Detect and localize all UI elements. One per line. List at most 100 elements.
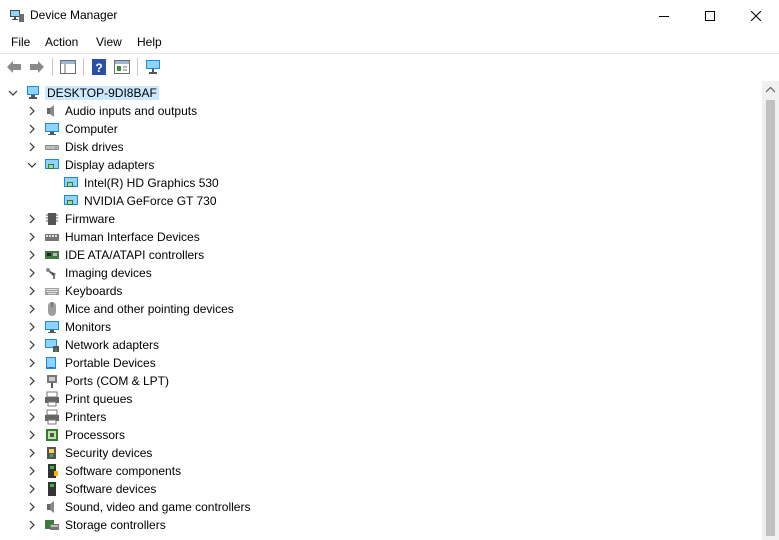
tree-category[interactable]: Processors: [0, 426, 762, 444]
menu-view[interactable]: View: [96, 35, 122, 49]
properties-button[interactable]: [111, 57, 133, 77]
tree-category[interactable]: Ports (COM & LPT): [0, 372, 762, 390]
chevron-right-icon[interactable]: [26, 231, 38, 243]
chevron-right-icon[interactable]: [26, 447, 38, 459]
show-hide-console-tree-button[interactable]: [57, 57, 79, 77]
forward-button[interactable]: [26, 57, 48, 77]
tree-category-label: Display adapters: [65, 158, 155, 172]
scan-hardware-changes-button[interactable]: [142, 57, 164, 77]
network-adapter-icon: [45, 339, 59, 352]
back-button[interactable]: [3, 57, 25, 77]
chevron-right-icon[interactable]: [26, 339, 38, 351]
tree-device[interactable]: Intel(R) HD Graphics 530: [0, 174, 762, 192]
chevron-down-icon[interactable]: [26, 159, 38, 171]
computer-icon: [27, 86, 39, 99]
vertical-scrollbar[interactable]: [762, 81, 779, 540]
tree-category[interactable]: Security devices: [0, 444, 762, 462]
tree-category-label: Sound, video and game controllers: [65, 500, 251, 514]
tree-category[interactable]: Imaging devices: [0, 264, 762, 282]
software-component-icon: [48, 464, 58, 478]
print-queue-icon: [45, 391, 59, 407]
chevron-right-icon[interactable]: [26, 465, 38, 477]
tree-category-label: Audio inputs and outputs: [65, 104, 198, 118]
software-device-icon: [48, 482, 56, 496]
chevron-right-icon[interactable]: [26, 501, 38, 513]
tree-category[interactable]: Keyboards: [0, 282, 762, 300]
toolbar-separator: [83, 58, 84, 76]
display-adapter-icon: [64, 195, 78, 205]
chevron-right-icon[interactable]: [26, 321, 38, 333]
window-title: Device Manager: [30, 8, 118, 22]
chevron-right-icon[interactable]: [26, 213, 38, 225]
tree-category[interactable]: Software components: [0, 462, 762, 480]
tree-category[interactable]: Portable Devices: [0, 354, 762, 372]
tree-category-label: Portable Devices: [65, 356, 156, 370]
display-adapter-icon: [45, 159, 59, 169]
tree-category-label: Mice and other pointing devices: [65, 302, 234, 316]
tree-category-label: Software devices: [65, 482, 157, 496]
scroll-up-button[interactable]: [762, 81, 779, 98]
menu-file[interactable]: File: [11, 35, 30, 49]
tree-category[interactable]: Human Interface Devices: [0, 228, 762, 246]
chevron-right-icon[interactable]: [26, 105, 38, 117]
tree-category-label: Human Interface Devices: [65, 230, 200, 244]
chevron-right-icon[interactable]: [26, 429, 38, 441]
chevron-right-icon[interactable]: [26, 303, 38, 315]
back-arrow-icon: [7, 61, 21, 73]
scroll-up-arrow-icon: [766, 86, 775, 92]
tree-category[interactable]: Disk drives: [0, 138, 762, 156]
tree-category[interactable]: Software devices: [0, 480, 762, 498]
chevron-right-icon[interactable]: [26, 285, 38, 297]
portable-device-icon: [46, 357, 56, 369]
menu-action[interactable]: Action: [45, 35, 78, 49]
security-device-icon: [47, 447, 56, 459]
tree-category-label: Software components: [65, 464, 182, 478]
chevron-right-icon[interactable]: [26, 141, 38, 153]
firmware-icon: [46, 213, 58, 225]
chevron-right-icon[interactable]: [26, 123, 38, 135]
tree-category[interactable]: Display adapters: [0, 156, 762, 174]
tree-category[interactable]: Mice and other pointing devices: [0, 300, 762, 318]
tree-root[interactable]: DESKTOP-9DI8BAF: [0, 84, 762, 102]
tree-category-label: Firmware: [65, 212, 115, 226]
title-bar: Device Manager: [0, 0, 779, 31]
chevron-right-icon[interactable]: [26, 249, 38, 261]
tree-category[interactable]: Sound, video and game controllers: [0, 498, 762, 516]
tree-category[interactable]: Monitors: [0, 318, 762, 336]
tree-category[interactable]: Computer: [0, 120, 762, 138]
menu-help[interactable]: Help: [137, 35, 162, 49]
chevron-right-icon[interactable]: [26, 519, 38, 531]
toolbar-separator: [137, 58, 138, 76]
scrollbar-thumb[interactable]: [766, 100, 775, 536]
tree-root-label: DESKTOP-9DI8BAF: [45, 86, 159, 100]
help-button[interactable]: ?: [88, 57, 110, 77]
chevron-right-icon[interactable]: [26, 357, 38, 369]
chevron-down-icon[interactable]: [7, 87, 19, 99]
tree-device[interactable]: NVIDIA GeForce GT 730: [0, 192, 762, 210]
tree-category-label: Disk drives: [65, 140, 124, 154]
minimize-button[interactable]: [641, 0, 687, 31]
maximize-icon: [705, 10, 715, 21]
chevron-right-icon[interactable]: [26, 411, 38, 423]
tree-category[interactable]: Print queues: [0, 390, 762, 408]
tree-category-label: Storage controllers: [65, 518, 166, 532]
tree-category[interactable]: Printers: [0, 408, 762, 426]
tree-category[interactable]: Network adapters: [0, 336, 762, 354]
chevron-right-icon[interactable]: [26, 483, 38, 495]
tree-category[interactable]: Audio inputs and outputs: [0, 102, 762, 120]
hid-icon: [45, 234, 59, 241]
close-button[interactable]: [733, 0, 779, 31]
tree-category[interactable]: Firmware: [0, 210, 762, 228]
minimize-icon: [659, 15, 669, 17]
maximize-button[interactable]: [687, 0, 733, 31]
close-icon: [751, 10, 761, 21]
tree-category-label: IDE ATA/ATAPI controllers: [65, 248, 205, 262]
chevron-right-icon[interactable]: [26, 375, 38, 387]
ide-controller-icon: [45, 251, 59, 259]
tree-category[interactable]: IDE ATA/ATAPI controllers: [0, 246, 762, 264]
tree-category-label: Monitors: [65, 320, 112, 334]
chevron-right-icon[interactable]: [26, 393, 38, 405]
chevron-right-icon[interactable]: [26, 267, 38, 279]
tree-category[interactable]: Storage controllers: [0, 516, 762, 534]
tree-category-label: Imaging devices: [65, 266, 152, 280]
